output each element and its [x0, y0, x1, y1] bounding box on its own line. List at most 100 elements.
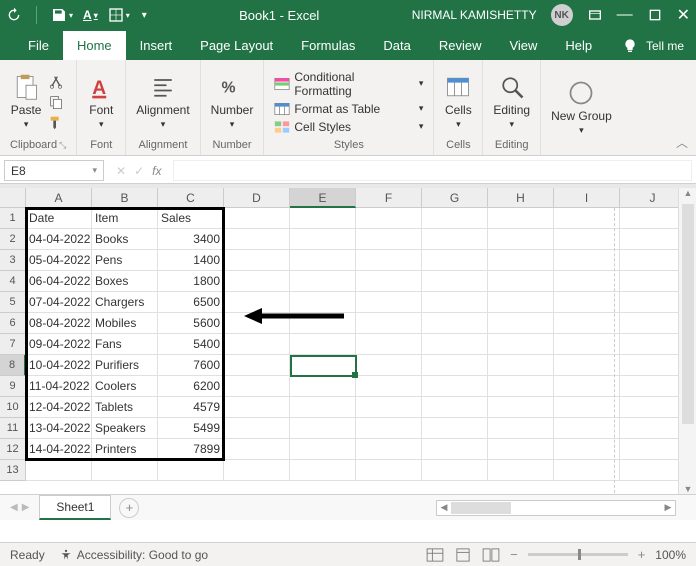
cell[interactable]: 5400	[158, 334, 224, 355]
cell[interactable]: 09-04-2022	[26, 334, 92, 355]
cell[interactable]	[224, 334, 290, 355]
cell[interactable]	[224, 460, 290, 481]
cell[interactable]	[620, 271, 686, 292]
cell[interactable]	[620, 313, 686, 334]
cell[interactable]: 10-04-2022	[26, 355, 92, 376]
cell[interactable]	[92, 460, 158, 481]
enter-formula-icon[interactable]: ✓	[134, 164, 144, 178]
alignment-button[interactable]: Alignment▾	[136, 73, 189, 130]
cell[interactable]	[290, 355, 356, 376]
tab-review[interactable]: Review	[425, 31, 496, 60]
cell[interactable]	[422, 460, 488, 481]
save-icon[interactable]: ▾	[51, 7, 73, 23]
page-break-view-button[interactable]	[482, 548, 500, 562]
cell[interactable]	[356, 355, 422, 376]
worksheet-grid[interactable]: ABCDEFGHIJ 12345678910111213 DateItemSal…	[0, 184, 696, 494]
cell[interactable]: 14-04-2022	[26, 439, 92, 460]
cell[interactable]	[224, 292, 290, 313]
cell[interactable]	[422, 229, 488, 250]
cell[interactable]: 3400	[158, 229, 224, 250]
cell[interactable]	[224, 376, 290, 397]
cell[interactable]: 11-04-2022	[26, 376, 92, 397]
cell[interactable]	[554, 208, 620, 229]
cell[interactable]	[224, 439, 290, 460]
cell[interactable]	[290, 460, 356, 481]
user-avatar[interactable]: NK	[551, 4, 573, 26]
cell[interactable]	[224, 271, 290, 292]
cells-button[interactable]: Cells▾	[444, 73, 472, 130]
cell[interactable]	[422, 250, 488, 271]
cell[interactable]	[554, 334, 620, 355]
cell[interactable]: 5499	[158, 418, 224, 439]
tab-page-layout[interactable]: Page Layout	[186, 31, 287, 60]
cell[interactable]	[290, 334, 356, 355]
sheet-nav-buttons[interactable]: ◀▶	[0, 502, 39, 513]
cell[interactable]	[356, 439, 422, 460]
cell[interactable]	[488, 292, 554, 313]
cell[interactable]: Printers	[92, 439, 158, 460]
cell[interactable]	[554, 292, 620, 313]
cell[interactable]: Books	[92, 229, 158, 250]
cell[interactable]: Sales	[158, 208, 224, 229]
cell[interactable]	[620, 439, 686, 460]
collapse-ribbon-button[interactable]: ︿	[676, 134, 688, 151]
cell[interactable]	[488, 271, 554, 292]
row-header[interactable]: 13	[0, 460, 26, 481]
column-header[interactable]: I	[554, 188, 620, 208]
cell[interactable]	[224, 313, 290, 334]
cell[interactable]	[620, 397, 686, 418]
page-layout-view-button[interactable]	[454, 548, 472, 562]
column-header[interactable]: G	[422, 188, 488, 208]
cell[interactable]	[26, 460, 92, 481]
cell[interactable]	[620, 418, 686, 439]
conditional-formatting-button[interactable]: Conditional Formatting▾	[274, 70, 423, 98]
cell[interactable]	[554, 229, 620, 250]
tab-file[interactable]: File	[14, 31, 63, 60]
cell[interactable]	[422, 439, 488, 460]
cell[interactable]	[488, 355, 554, 376]
tab-data[interactable]: Data	[369, 31, 424, 60]
cell[interactable]	[488, 418, 554, 439]
cell[interactable]	[620, 334, 686, 355]
cell[interactable]	[620, 250, 686, 271]
new-group-button[interactable]: New Group▾	[551, 79, 612, 136]
number-button[interactable]: %Number▾	[211, 73, 254, 130]
tab-home[interactable]: Home	[63, 31, 126, 60]
cell[interactable]	[620, 355, 686, 376]
paste-button[interactable]: Paste▾	[11, 73, 42, 130]
cell[interactable]	[158, 460, 224, 481]
cell[interactable]	[356, 292, 422, 313]
cell[interactable]: 5600	[158, 313, 224, 334]
normal-view-button[interactable]	[426, 548, 444, 562]
cell[interactable]: Fans	[92, 334, 158, 355]
cell[interactable]	[422, 313, 488, 334]
cell[interactable]	[356, 376, 422, 397]
cell[interactable]: 08-04-2022	[26, 313, 92, 334]
cell[interactable]: 7899	[158, 439, 224, 460]
cell[interactable]: 04-04-2022	[26, 229, 92, 250]
font-button[interactable]: AFont▾	[87, 73, 115, 130]
cell[interactable]	[224, 250, 290, 271]
cell[interactable]	[422, 208, 488, 229]
cell[interactable]: Pens	[92, 250, 158, 271]
row-header[interactable]: 2	[0, 229, 26, 250]
autosave-icon[interactable]	[6, 7, 22, 23]
cell[interactable]	[422, 355, 488, 376]
row-header[interactable]: 11	[0, 418, 26, 439]
row-header[interactable]: 4	[0, 271, 26, 292]
cell[interactable]: 4579	[158, 397, 224, 418]
cell[interactable]	[488, 376, 554, 397]
cell[interactable]: Speakers	[92, 418, 158, 439]
cell[interactable]	[554, 313, 620, 334]
cell[interactable]	[554, 250, 620, 271]
new-sheet-button[interactable]: +	[119, 498, 139, 518]
column-header[interactable]: A	[26, 188, 92, 208]
zoom-in-button[interactable]: +	[638, 547, 646, 562]
cell-styles-button[interactable]: Cell Styles▾	[274, 120, 423, 134]
cell[interactable]	[554, 355, 620, 376]
cell[interactable]: 13-04-2022	[26, 418, 92, 439]
vertical-scrollbar[interactable]: ▲ ▼	[678, 188, 696, 494]
name-box[interactable]: E8▾	[4, 160, 104, 181]
font-underline-icon[interactable]: A▾	[83, 8, 98, 22]
cell[interactable]	[290, 208, 356, 229]
